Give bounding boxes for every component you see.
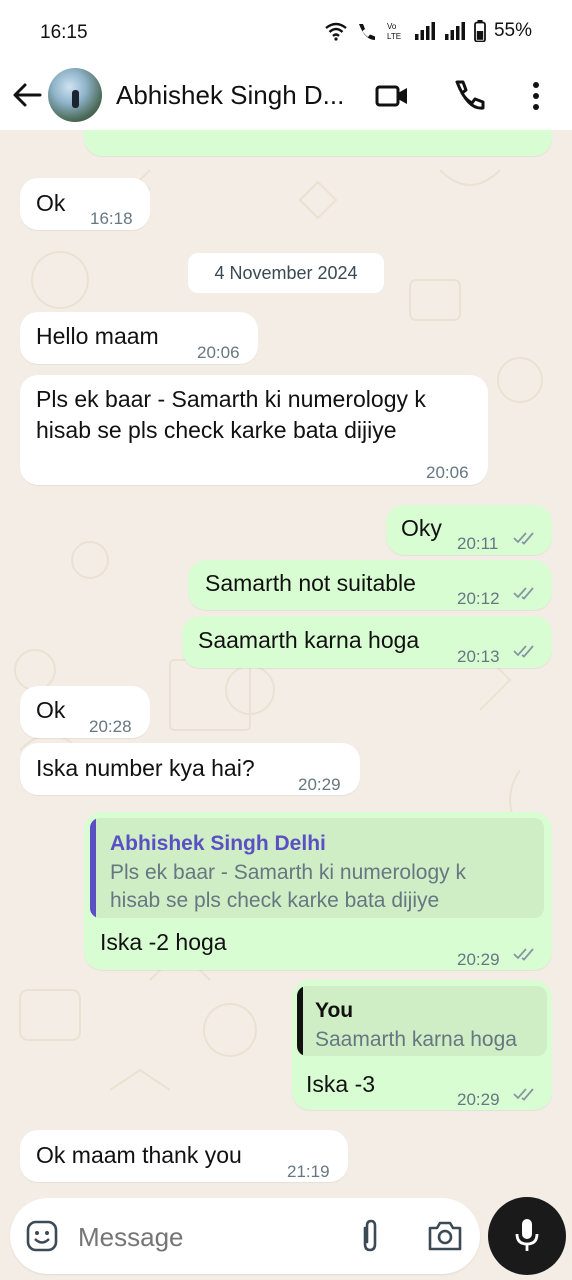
- message-text: Ok: [36, 697, 66, 723]
- mic-icon: [515, 1219, 539, 1251]
- read-ticks-icon: [513, 587, 534, 600]
- message-bubble-incoming[interactable]: Hello maam 20:06: [20, 312, 258, 364]
- quote-author: You: [315, 999, 354, 1022]
- volte-icon: VoLTE: [387, 22, 401, 41]
- message-bubble-outgoing-reply[interactable]: You Saamarth karna hoga Iska -3 20:29: [292, 980, 552, 1110]
- read-ticks-icon: [513, 645, 534, 658]
- quote-bar: [297, 986, 303, 1056]
- message-time: 20:11: [457, 534, 499, 553]
- quote-text-line2: hisab se pls check karke bata dijiye: [110, 889, 440, 912]
- quoted-message[interactable]: Abhishek Singh Delhi Pls ek baar - Samar…: [90, 818, 544, 918]
- message-text-line1: Pls ek baar - Samarth ki numerology k: [36, 386, 426, 412]
- message-bubble-incoming[interactable]: Ok maam thank you 21:19: [20, 1130, 348, 1182]
- status-bar: 16:15 Vo LTE 55%: [0, 0, 572, 64]
- quote-text-line1: Saamarth karna hoga: [315, 1028, 517, 1051]
- battery-percent: 55%: [493, 20, 532, 41]
- message-time: 16:18: [90, 209, 133, 228]
- status-time: 16:15: [40, 22, 88, 43]
- signal-icon-1: [414, 22, 435, 40]
- quoted-message[interactable]: You Saamarth karna hoga: [297, 986, 547, 1056]
- message-time: 20:12: [457, 589, 500, 608]
- message-bubble-outgoing[interactable]: Saamarth karna hoga 20:13: [182, 616, 552, 668]
- read-ticks-icon: [510, 136, 536, 150]
- read-ticks-icon: [513, 948, 534, 961]
- quote-author: Abhishek Singh Delhi: [110, 832, 326, 855]
- read-ticks-icon: [513, 1088, 534, 1101]
- contact-name[interactable]: Abhishek Singh D...: [116, 80, 344, 111]
- message-text: Ok: [36, 190, 66, 216]
- message-text-line2: hisab se pls check karke bata dijiye: [36, 417, 397, 443]
- video-call-icon[interactable]: [374, 78, 410, 114]
- svg-text:LTE: LTE: [387, 32, 401, 41]
- battery-icon: [474, 20, 486, 42]
- mic-button[interactable]: [488, 1197, 566, 1275]
- quote-bar: [90, 818, 96, 918]
- message-bubble-incoming[interactable]: Ok 16:18: [20, 178, 150, 230]
- phone-icon[interactable]: [450, 78, 486, 114]
- message-bubble-incoming[interactable]: Iska number kya hai? 20:29: [20, 743, 360, 795]
- back-arrow-icon[interactable]: [10, 78, 44, 112]
- message-time: 20:06: [426, 463, 469, 482]
- message-text: Oky: [401, 515, 442, 541]
- chat-header-foreground: Abhishek Singh D...: [0, 64, 572, 130]
- wifi-icon: [325, 22, 347, 41]
- message-bubble-incoming[interactable]: Ok 20:28: [20, 686, 150, 738]
- message-text: Ok maam thank you: [36, 1142, 242, 1168]
- message-time: 20:29: [298, 775, 341, 794]
- svg-text:Vo: Vo: [387, 22, 397, 31]
- message-bubble-outgoing[interactable]: Oky 20:11: [386, 505, 552, 555]
- message-text: Samarth not suitable: [205, 570, 416, 596]
- more-options-icon[interactable]: [518, 78, 554, 114]
- message-time: 21:19: [287, 1162, 330, 1181]
- message-text: Iska number kya hai?: [36, 755, 255, 781]
- message-time: 20:29: [457, 950, 500, 969]
- emoji-icon[interactable]: [24, 1218, 60, 1254]
- message-input[interactable]: [76, 1214, 340, 1260]
- message-bubble-outgoing-reply[interactable]: Abhishek Singh Delhi Pls ek baar - Samar…: [84, 812, 552, 970]
- signal-icon-2: [444, 22, 465, 40]
- wifi-call-icon: [358, 24, 375, 40]
- read-ticks-icon: [513, 532, 534, 545]
- message-text: Saamarth karna hoga: [198, 627, 420, 653]
- message-text: Iska -2 hoga: [100, 929, 227, 955]
- quote-text-line1: Pls ek baar - Samarth ki numerology k: [110, 861, 466, 884]
- message-text: Hello maam: [36, 323, 159, 349]
- status-icons: Vo LTE 55%: [324, 20, 532, 42]
- message-time: 20:29: [457, 1090, 500, 1109]
- camera-icon[interactable]: [426, 1218, 464, 1254]
- contact-avatar[interactable]: [48, 68, 102, 122]
- attach-icon[interactable]: [356, 1218, 384, 1254]
- message-bubble-incoming[interactable]: Pls ek baar - Samarth ki numerology k hi…: [20, 375, 488, 485]
- message-time: 20:13: [457, 647, 500, 666]
- date-divider: 4 November 2024: [188, 253, 384, 293]
- message-text: Iska -3: [306, 1071, 376, 1097]
- message-time: 20:28: [89, 717, 132, 736]
- message-input-bar[interactable]: [10, 1198, 480, 1274]
- message-time: 20:06: [197, 343, 240, 362]
- message-bubble-outgoing[interactable]: Samarth not suitable 20:12: [188, 560, 552, 610]
